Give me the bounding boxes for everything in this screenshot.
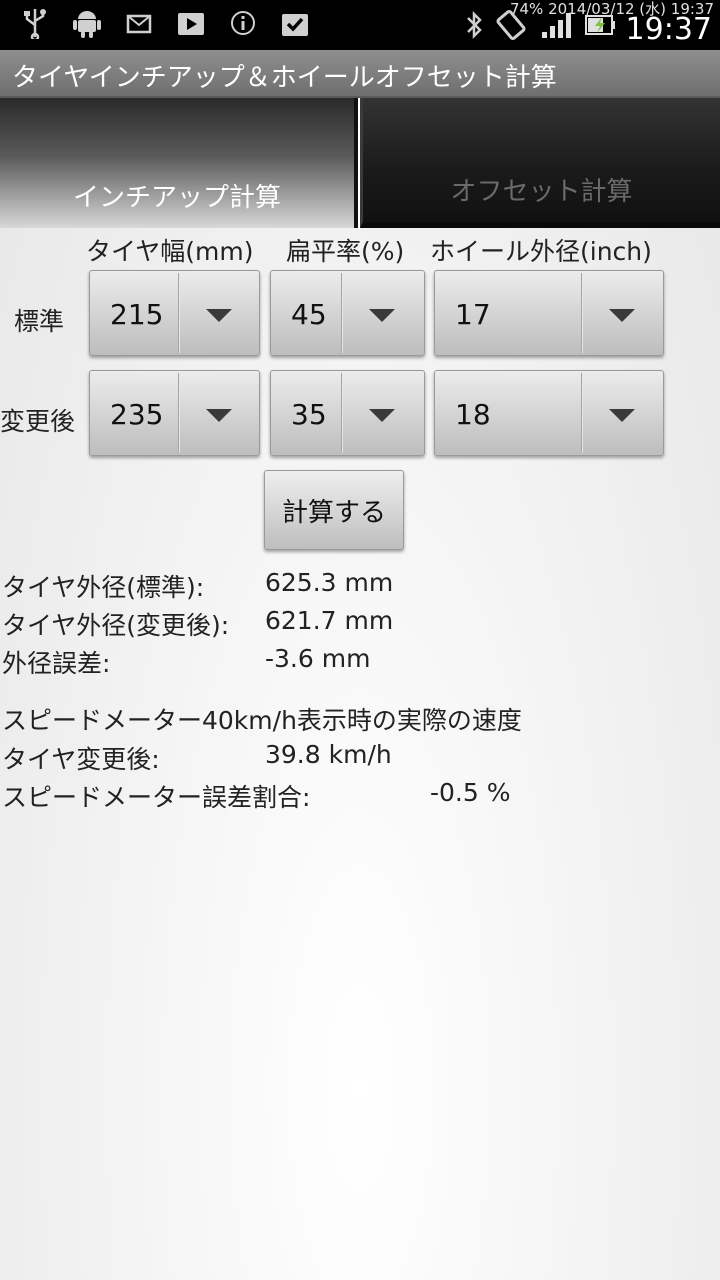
status-time: 19:37 bbox=[625, 11, 712, 47]
result-diff-label: 外径誤差: bbox=[2, 649, 111, 678]
standard-wheel-spinner[interactable]: 17 bbox=[434, 270, 664, 356]
spinner-value: 235 bbox=[110, 398, 164, 431]
chevron-down-icon bbox=[609, 309, 635, 322]
tab-inch-up[interactable]: インチアップ計算 bbox=[0, 98, 358, 228]
usb-icon bbox=[18, 6, 52, 40]
bluetooth-icon bbox=[466, 10, 482, 40]
tab-bar: インチアップ計算 オフセット計算 bbox=[0, 98, 720, 228]
chevron-down-icon bbox=[369, 309, 395, 322]
result-std-diameter-label: タイヤ外径(標準): bbox=[2, 573, 205, 602]
chevron-down-icon bbox=[206, 409, 232, 422]
notification-icons bbox=[18, 6, 312, 40]
row-label-changed: 変更後 bbox=[0, 407, 76, 436]
chevron-down-icon bbox=[369, 409, 395, 422]
rotate-icon bbox=[496, 9, 526, 41]
android-icon bbox=[70, 6, 104, 40]
result-diff-value: -3.6 mm bbox=[265, 644, 371, 673]
task-check-icon bbox=[278, 6, 312, 40]
result-speed-error-label: スピードメーター誤差割合: bbox=[2, 783, 311, 812]
changed-wheel-spinner[interactable]: 18 bbox=[434, 370, 664, 456]
calculate-button[interactable]: 計算する bbox=[264, 470, 404, 550]
system-icons: 19:37 bbox=[464, 0, 712, 50]
result-new-speed-value: 39.8 km/h bbox=[265, 740, 392, 769]
spinner-value: 18 bbox=[455, 398, 491, 431]
spinner-value: 17 bbox=[455, 298, 491, 331]
status-bar: 74% 2014/03/12 (水) 19:37 19:37 bbox=[0, 0, 720, 50]
result-speed-error-value: -0.5 % bbox=[430, 778, 511, 807]
play-store-icon bbox=[174, 6, 208, 40]
result-new-speed-label: タイヤ変更後: bbox=[2, 745, 160, 774]
result-new-diameter-value: 621.7 mm bbox=[265, 606, 394, 635]
header-aspect-ratio: 扁平率(%) bbox=[286, 237, 405, 266]
spinner-value: 45 bbox=[291, 298, 327, 331]
standard-width-spinner[interactable]: 215 bbox=[89, 270, 260, 356]
spinner-value: 35 bbox=[291, 398, 327, 431]
speed-heading: スピードメーター40km/h表示時の実際の速度 bbox=[2, 706, 522, 735]
changed-aspect-spinner[interactable]: 35 bbox=[270, 370, 425, 456]
changed-width-spinner[interactable]: 235 bbox=[89, 370, 260, 456]
spinner-value: 215 bbox=[110, 298, 164, 331]
signal-icon bbox=[541, 13, 571, 38]
battery-icon bbox=[584, 15, 615, 35]
tab-offset[interactable]: オフセット計算 bbox=[360, 98, 720, 228]
mail-icon bbox=[122, 6, 156, 40]
app-title: タイヤインチアップ＆ホイールオフセット計算 bbox=[12, 63, 557, 93]
app-title-bar: タイヤインチアップ＆ホイールオフセット計算 bbox=[0, 50, 720, 98]
row-label-standard: 標準 bbox=[14, 307, 65, 336]
header-tire-width: タイヤ幅(mm) bbox=[86, 237, 254, 266]
header-wheel-diameter: ホイール外径(inch) bbox=[430, 237, 652, 266]
result-std-diameter-value: 625.3 mm bbox=[265, 568, 394, 597]
result-new-diameter-label: タイヤ外径(変更後): bbox=[2, 611, 230, 640]
standard-aspect-spinner[interactable]: 45 bbox=[270, 270, 425, 356]
info-icon bbox=[226, 6, 260, 40]
chevron-down-icon bbox=[206, 309, 232, 322]
chevron-down-icon bbox=[609, 409, 635, 422]
